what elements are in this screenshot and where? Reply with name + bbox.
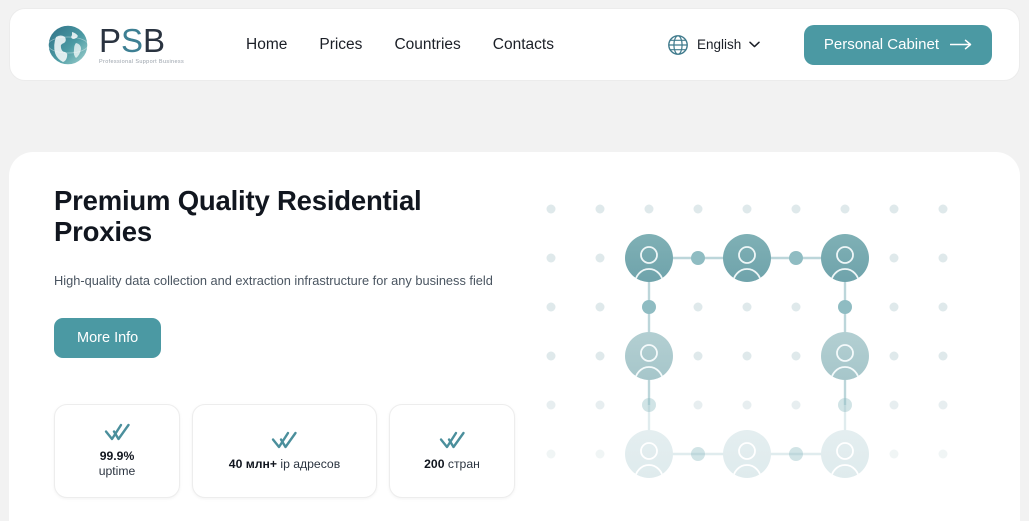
avatar-node <box>625 234 673 282</box>
more-info-button[interactable]: More Info <box>54 317 162 358</box>
stat-unit: uptime <box>98 464 136 478</box>
logo-wordmark: PSB <box>99 22 166 59</box>
page-title: Premium Quality Residential Proxies <box>54 185 422 247</box>
language-selector[interactable]: English <box>667 34 761 56</box>
hero-stats: 99.9% uptime 40 млн+ ip адресов 200 стра… <box>54 404 515 498</box>
nav-item-contacts[interactable]: Contacts <box>493 36 554 54</box>
globe-logo-icon <box>47 23 89 66</box>
stat-card-countries: 200 стран <box>389 404 515 498</box>
hero-content: Premium Quality Residential Proxies High… <box>54 185 524 358</box>
stat-value: 40 млн+ ip адресов <box>228 456 341 471</box>
stat-card-uptime: 99.9% uptime <box>54 404 180 498</box>
double-check-icon <box>271 431 297 448</box>
avatar-node <box>723 430 771 478</box>
logo-text: PSB Professional Support Business <box>99 22 185 66</box>
stat-unit: ip адресов <box>280 456 341 471</box>
avatar-node <box>723 234 771 282</box>
avatar-node <box>625 430 673 478</box>
site-logo[interactable]: PSB Professional Support Business <box>46 23 184 67</box>
nav-item-home[interactable]: Home <box>246 36 287 54</box>
stat-value: 99.9% <box>99 449 135 463</box>
nav-item-prices[interactable]: Prices <box>319 36 362 54</box>
page-root: PSB Professional Support Business Home P… <box>0 0 1029 521</box>
logo-tagline: Professional Support Business <box>99 59 185 65</box>
stat-value: 200 стран <box>424 456 480 471</box>
stat-unit: стран <box>447 456 480 471</box>
arrow-right-icon <box>950 39 972 50</box>
personal-cabinet-label: Personal Cabinet <box>823 36 939 53</box>
chevron-down-icon <box>749 41 761 48</box>
stat-card-ip-addresses: 40 млн+ ip адресов <box>192 404 377 498</box>
personal-cabinet-button[interactable]: Personal Cabinet <box>803 24 992 65</box>
proxy-network-illustration <box>524 152 1020 521</box>
avatar-node <box>821 430 869 478</box>
hero-section: Premium Quality Residential Proxies High… <box>9 152 1020 521</box>
avatar-node <box>821 234 869 282</box>
hero-subtitle: High-quality data collection and extract… <box>54 273 493 288</box>
nav-item-countries[interactable]: Countries <box>394 36 460 54</box>
main-navigation: Home Prices Countries Contacts <box>246 36 554 54</box>
network-graphic-svg <box>546 204 948 478</box>
language-label: English <box>697 37 742 52</box>
avatar-node <box>625 332 673 380</box>
site-header: PSB Professional Support Business Home P… <box>9 8 1020 81</box>
double-check-icon <box>439 431 465 448</box>
globe-icon <box>668 34 688 55</box>
double-check-icon <box>104 423 130 441</box>
avatar-node <box>821 332 869 380</box>
